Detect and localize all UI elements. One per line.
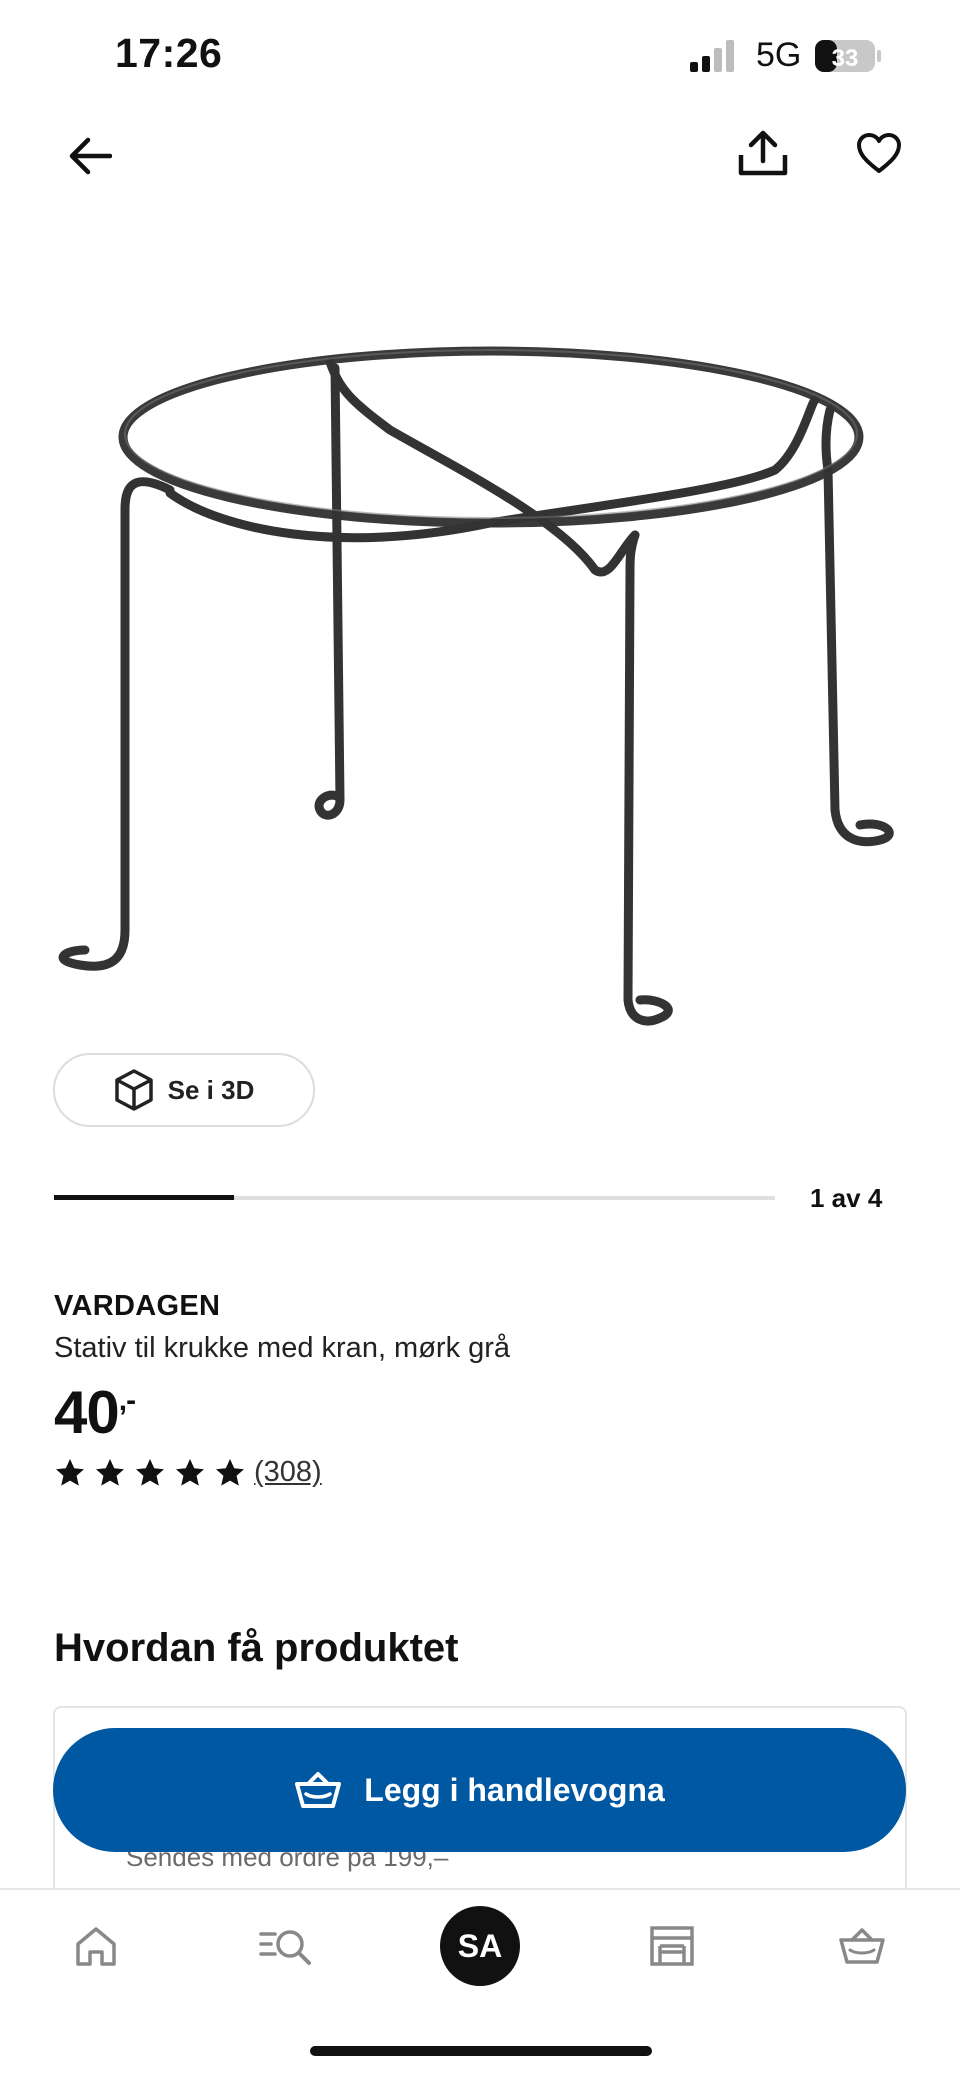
- arrow-left-icon: [69, 137, 112, 175]
- nav-home[interactable]: [64, 1914, 128, 1978]
- star-icon: [216, 1459, 244, 1486]
- price-suffix: ,-: [118, 1384, 136, 1417]
- view-3d-button[interactable]: Se i 3D: [53, 1053, 315, 1127]
- delivery-heading: Hvordan få produktet: [54, 1626, 459, 1670]
- share-icon: [738, 130, 788, 176]
- share-button[interactable]: [732, 122, 794, 184]
- nav-account-avatar[interactable]: SA: [440, 1906, 520, 1986]
- status-time: 17:26: [115, 30, 223, 76]
- store-icon: [650, 1926, 694, 1966]
- product-description: Stativ til krukke med kran, mørk grå: [54, 1332, 511, 1364]
- back-button[interactable]: [62, 128, 118, 184]
- view-3d-label: Se i 3D: [167, 1074, 255, 1105]
- add-to-cart-label: Legg i handlevogna: [364, 1771, 665, 1808]
- cart-icon: [839, 1928, 885, 1964]
- battery-icon: 33: [815, 40, 881, 72]
- battery-level: 33: [832, 45, 859, 72]
- nav-stores[interactable]: [640, 1914, 704, 1978]
- product-brand: VARDAGEN: [54, 1290, 221, 1322]
- home-indicator: [310, 2046, 652, 2056]
- nav-search[interactable]: [255, 1914, 319, 1978]
- home-icon: [76, 1927, 116, 1966]
- cube-icon: [114, 1069, 153, 1111]
- favorite-button[interactable]: [848, 122, 910, 184]
- search-icon: [259, 1930, 311, 1965]
- star-icon: [136, 1459, 164, 1486]
- review-count-link[interactable]: (308): [254, 1456, 322, 1489]
- signal-icon: [690, 40, 734, 72]
- gallery-page-indicator: 1 av 4: [810, 1183, 883, 1213]
- heart-icon: [857, 133, 901, 173]
- nav-cart[interactable]: [830, 1914, 894, 1978]
- product-price: 40,-: [54, 1378, 136, 1447]
- price-value: 40: [54, 1379, 120, 1446]
- rating-stars[interactable]: [54, 1457, 246, 1489]
- product-image[interactable]: [40, 310, 920, 1070]
- gallery-progress-fill: [54, 1195, 234, 1200]
- star-icon: [176, 1459, 204, 1486]
- star-icon: [96, 1459, 124, 1486]
- add-to-cart-button[interactable]: Legg i handlevogna: [53, 1728, 906, 1852]
- star-icon: [56, 1459, 84, 1486]
- network-type: 5G: [756, 36, 802, 74]
- basket-icon: [295, 1772, 342, 1808]
